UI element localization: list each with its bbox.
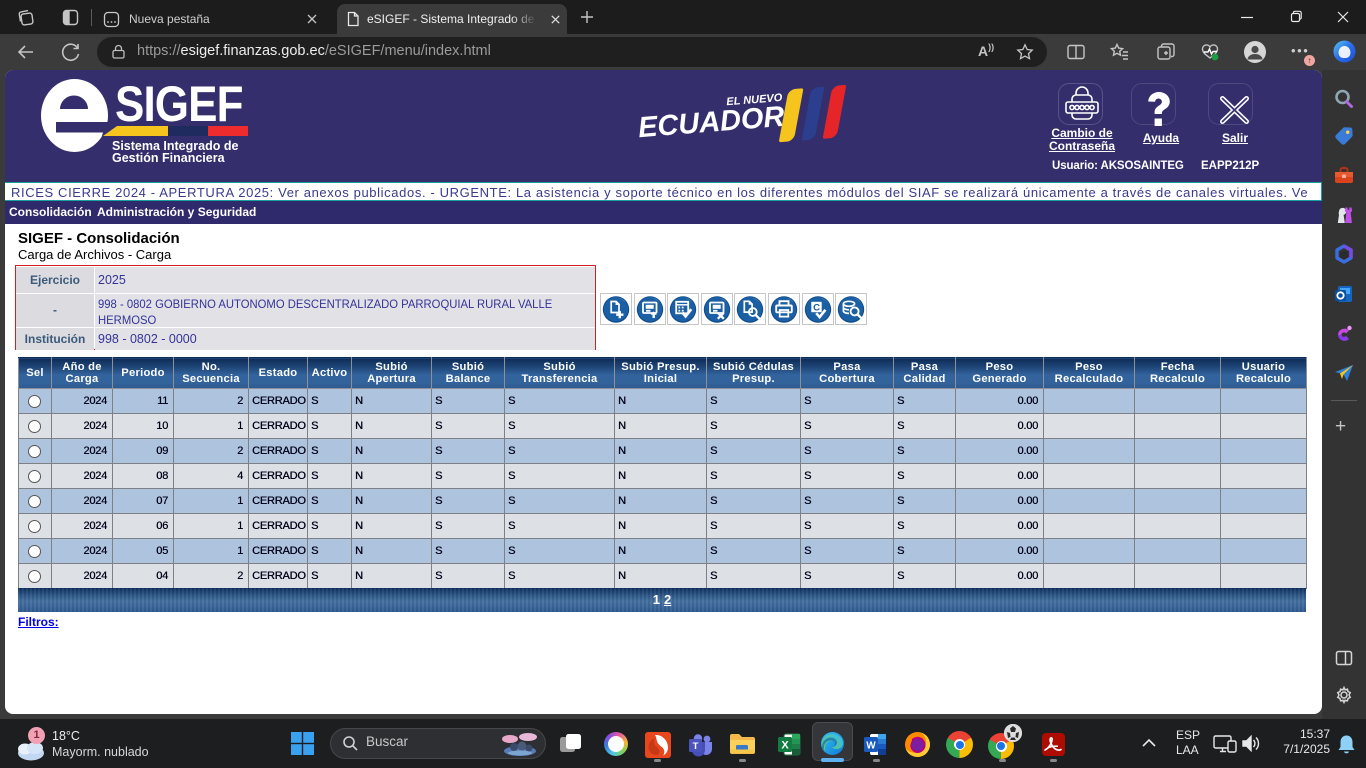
svg-text:T: T — [693, 741, 699, 752]
svg-text:X: X — [781, 740, 789, 752]
svg-text:W: W — [866, 741, 876, 752]
svg-text:C: C — [813, 302, 820, 313]
